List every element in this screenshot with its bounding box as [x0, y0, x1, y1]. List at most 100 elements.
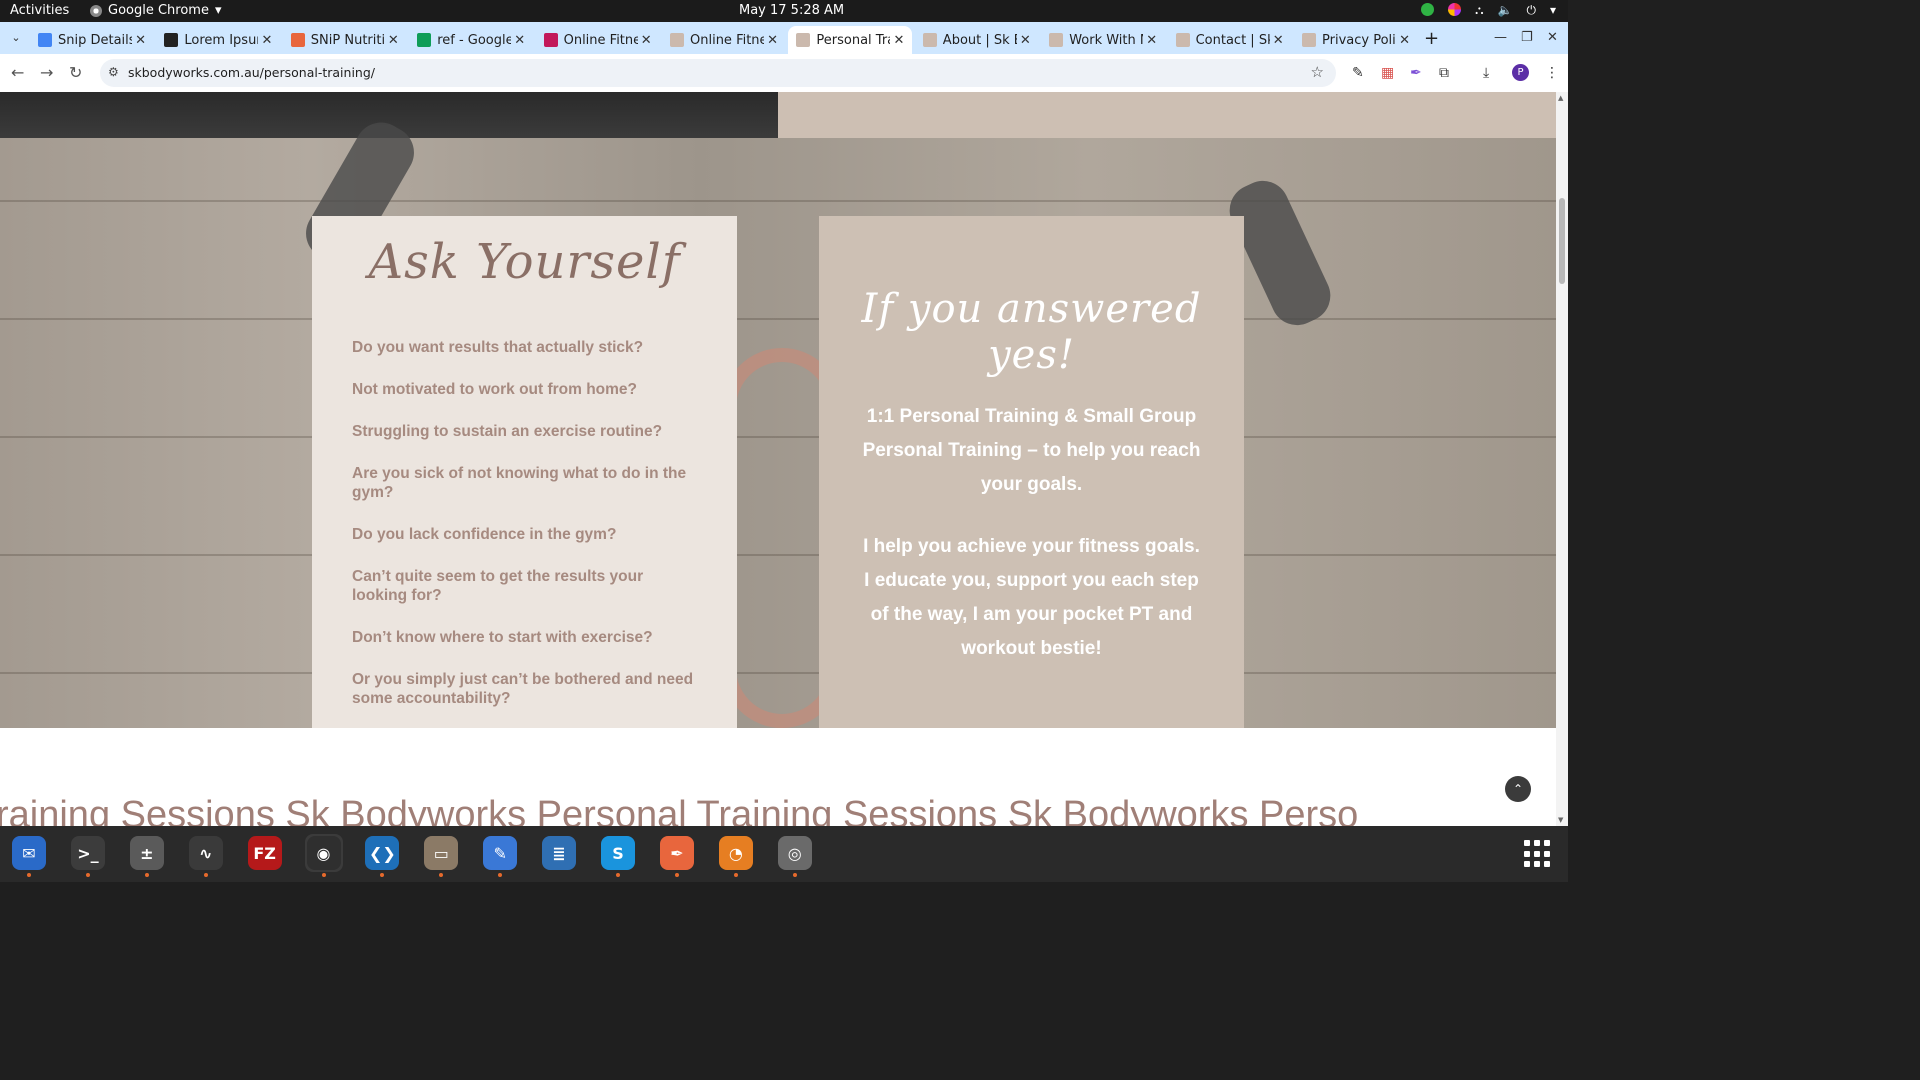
tab-label: Online Fitness [690, 32, 764, 48]
sk-icon [1302, 33, 1316, 47]
close-tab-icon[interactable]: ✕ [1146, 33, 1157, 48]
filezilla-launcher[interactable]: FZ [246, 834, 284, 872]
skype-launcher[interactable]: S [599, 834, 637, 877]
blender-launcher[interactable]: ◔ [717, 834, 755, 877]
calendar-extension-icon[interactable]: ▦ [1381, 65, 1394, 81]
running-indicator [85, 873, 90, 877]
show-apps-grid-icon[interactable] [1524, 840, 1552, 868]
terminal-icon: >_ [70, 836, 105, 870]
calculator-icon: ± [129, 836, 164, 870]
scroll-down-arrow-icon[interactable]: ▼ [1558, 816, 1563, 824]
tray-menu-icon[interactable]: ▾ [1550, 3, 1556, 18]
calculator-launcher[interactable]: ± [128, 834, 166, 877]
back-to-top-button[interactable]: ⌃ [1505, 776, 1531, 802]
thunderbird-launcher[interactable]: ✉ [10, 834, 48, 877]
profile-avatar[interactable]: P [1512, 64, 1529, 81]
tab-7[interactable]: About | Sk Bodyworks✕ [915, 26, 1039, 54]
lorem-icon [164, 33, 179, 47]
files-launcher[interactable]: ▭ [422, 834, 460, 877]
address-bar[interactable]: ⚙ skbodyworks.com.au/personal-training/ … [100, 59, 1336, 87]
url-text[interactable]: skbodyworks.com.au/personal-training/ [128, 65, 375, 80]
menu-kebab-icon[interactable]: ⋮ [1545, 65, 1559, 81]
eyedropper-extension-icon[interactable]: ✎ [1352, 65, 1364, 81]
close-tab-icon[interactable]: ✕ [388, 33, 399, 48]
back-button[interactable]: ← [11, 63, 24, 82]
hero-beige-panel [778, 92, 1556, 138]
scrollbar-thumb[interactable] [1559, 198, 1565, 284]
tab-label: Contact | Sk [1195, 32, 1270, 48]
sk-icon [922, 33, 937, 47]
question-item: Do you want results that actually stick? [352, 339, 644, 356]
libreoffice-writer-launcher[interactable]: ≣ [540, 834, 578, 872]
skype-icon: S [601, 836, 635, 870]
tab-0[interactable]: Snip Details ✕ [30, 26, 154, 54]
running-indicator [498, 873, 503, 877]
inkscape-launcher[interactable]: ✒ [658, 834, 696, 877]
sheets-icon [417, 33, 432, 47]
close-tab-icon[interactable]: ✕ [1273, 33, 1284, 48]
close-tab-icon[interactable]: ✕ [135, 33, 146, 48]
system-tray[interactable]: ⛬ 🔈 ⏻ ▾ [1421, 3, 1556, 18]
app-menu[interactable]: Google Chrome ▾ [90, 3, 222, 18]
question-item: Can’t quite seem to get the results your… [352, 568, 644, 604]
vscode-launcher[interactable]: ❮❯ [363, 834, 401, 877]
close-tab-icon[interactable]: ✕ [514, 33, 525, 48]
scroll-up-arrow-icon[interactable]: ▲ [1558, 94, 1563, 102]
status-check-icon[interactable] [1421, 3, 1435, 16]
tab-search-button[interactable]: ⌄ [6, 28, 26, 48]
volume-icon[interactable]: 🔈 [1498, 3, 1513, 18]
color-picker-icon[interactable] [1448, 3, 1462, 16]
extensions-puzzle-icon[interactable]: ⧉ [1439, 65, 1449, 81]
chrome-launcher[interactable]: ◉ [304, 834, 343, 877]
tab-4[interactable]: Online Fitness✕ [536, 26, 660, 54]
close-tab-icon[interactable]: ✕ [1399, 33, 1410, 48]
marquee-section: raining Sessions Sk Bodyworks Personal T… [0, 728, 1556, 826]
minimize-button[interactable]: — [1494, 30, 1507, 45]
question-item: Not motivated to work out from home? [352, 381, 638, 398]
disk-utility-launcher[interactable]: ◎ [776, 834, 814, 877]
running-indicator [439, 873, 444, 877]
tab-9[interactable]: Contact | Sk ✕ [1168, 26, 1292, 54]
network-icon[interactable]: ⛬ [1475, 3, 1483, 18]
close-tab-icon[interactable]: ✕ [893, 33, 904, 48]
close-tab-icon[interactable]: ✕ [641, 33, 652, 48]
close-tab-icon[interactable]: ✕ [1020, 33, 1031, 48]
close-tab-icon[interactable]: ✕ [767, 33, 778, 48]
tab-5[interactable]: Online Fitness✕ [662, 26, 786, 54]
tab-2[interactable]: SNiP Nutrition✕ [283, 26, 407, 54]
pen-extension-icon[interactable]: ✒ [1410, 65, 1422, 81]
download-icon[interactable]: ⤓ [1483, 65, 1489, 81]
tab-label: SNiP Nutrition [310, 32, 385, 48]
tab-label: ref - Google [437, 32, 512, 48]
inkscape-icon: ✒ [659, 836, 694, 870]
sk-icon [1049, 33, 1064, 47]
forward-button[interactable]: → [40, 63, 53, 82]
power-icon[interactable]: ⏻ [1526, 3, 1536, 18]
system-monitor-launcher[interactable]: ∿ [187, 834, 225, 877]
clock[interactable]: May 17 5:28 AM [739, 3, 844, 18]
close-tab-icon[interactable]: ✕ [261, 33, 272, 48]
activities-button[interactable]: Activities [10, 3, 69, 18]
bookmark-star-icon[interactable]: ☆ [1311, 63, 1324, 81]
answered-yes-card: If you answered yes! 1:1 Personal Traini… [819, 216, 1244, 742]
new-tab-button[interactable]: + [1424, 28, 1439, 49]
tab-10[interactable]: Privacy Policy✕ [1294, 26, 1418, 54]
restore-button[interactable]: ❐ [1521, 30, 1533, 45]
reload-button[interactable]: ↻ [69, 63, 82, 82]
tab-label: Online Fitness [563, 32, 638, 48]
tab-8[interactable]: Work With Me✕ [1041, 26, 1165, 54]
page-scrollbar[interactable]: ▲ ▼ [1556, 92, 1568, 826]
ask-yourself-card: Ask Yourself Do you want results that ac… [312, 216, 737, 742]
wood-background-section: Ask Yourself Do you want results that ac… [0, 113, 1556, 742]
question-item: Don’t know where to start with exercise? [352, 629, 653, 646]
close-window-button[interactable]: ✕ [1547, 30, 1558, 45]
text-editor-launcher[interactable]: ✎ [481, 834, 519, 877]
site-info-icon[interactable]: ⚙ [108, 65, 119, 79]
tab-3[interactable]: ref - Google ✕ [409, 26, 533, 54]
blender-icon: ◔ [718, 836, 753, 870]
sk-icon [1175, 33, 1190, 47]
question-item: Are you sick of not knowing what to do i… [352, 465, 687, 501]
tab-6[interactable]: Personal Training✕ [788, 26, 913, 54]
terminal-launcher[interactable]: >_ [69, 834, 107, 877]
tab-1[interactable]: Lorem Ipsum✕ [156, 26, 280, 54]
